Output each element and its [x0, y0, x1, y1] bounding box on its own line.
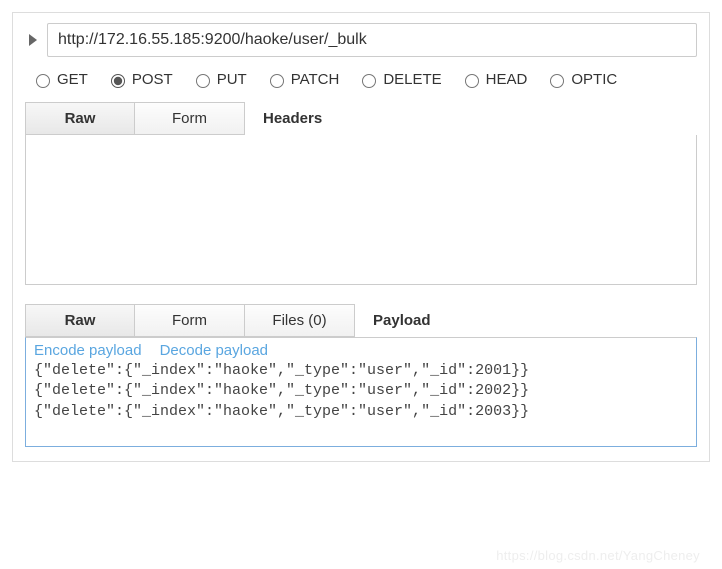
headers-tab-form[interactable]: Form — [135, 102, 245, 135]
method-head[interactable]: HEAD — [460, 71, 528, 88]
method-get[interactable]: GET — [31, 71, 88, 88]
method-post[interactable]: POST — [106, 71, 173, 88]
method-label: OPTIC — [571, 71, 617, 88]
encode-payload-link[interactable]: Encode payload — [34, 342, 142, 359]
http-methods: GET POST PUT PATCH DELETE HEAD OPTIC — [25, 71, 697, 102]
url-row — [25, 23, 697, 57]
headers-body[interactable] — [25, 135, 697, 285]
method-label: POST — [132, 71, 173, 88]
payload-tab-raw[interactable]: Raw — [25, 304, 135, 337]
payload-links: Encode payload Decode payload — [26, 338, 696, 361]
method-options[interactable]: OPTIC — [545, 71, 617, 88]
expand-icon[interactable] — [29, 34, 37, 46]
payload-tab-form[interactable]: Form — [135, 304, 245, 337]
headers-tabs: Raw Form Headers — [25, 102, 697, 135]
payload-tabs: Raw Form Files (0) Payload — [25, 304, 697, 337]
method-label: DELETE — [383, 71, 441, 88]
method-delete[interactable]: DELETE — [357, 71, 441, 88]
url-input[interactable] — [47, 23, 697, 57]
method-label: PUT — [217, 71, 247, 88]
decode-payload-link[interactable]: Decode payload — [160, 342, 268, 359]
headers-tab-raw[interactable]: Raw — [25, 102, 135, 135]
method-label: GET — [57, 71, 88, 88]
method-label: HEAD — [486, 71, 528, 88]
method-patch[interactable]: PATCH — [265, 71, 340, 88]
method-label: PATCH — [291, 71, 340, 88]
method-put[interactable]: PUT — [191, 71, 247, 88]
headers-title: Headers — [245, 110, 322, 127]
watermark: https://blog.csdn.net/YangCheney — [496, 548, 700, 563]
payload-title: Payload — [355, 312, 431, 329]
payload-box: Encode payload Decode payload — [25, 337, 697, 447]
payload-body[interactable] — [26, 361, 696, 441]
request-panel: GET POST PUT PATCH DELETE HEAD OPTIC Raw… — [12, 12, 710, 462]
payload-tab-files[interactable]: Files (0) — [245, 304, 355, 337]
